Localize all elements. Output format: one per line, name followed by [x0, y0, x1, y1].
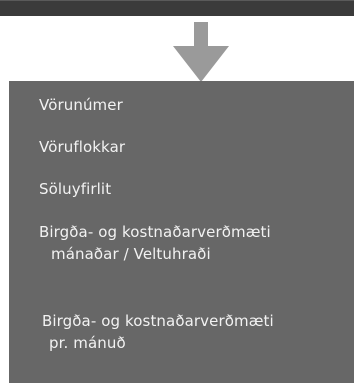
menu-item-label: Söluyfirlit	[39, 180, 112, 198]
menu-item-vorunumer[interactable]: Vörunúmer	[9, 94, 354, 116]
menu-item-label: Vörunúmer	[39, 96, 123, 114]
menu-item-voruflokkar[interactable]: Vöruflokkar	[9, 136, 354, 158]
top-bar	[0, 0, 354, 16]
menu-item-label-line2: pr. mánuð	[49, 334, 126, 352]
dropdown-menu: Vörunúmer Vöruflokkar Söluyfirlit Birgða…	[9, 81, 354, 383]
menu-item-birgda-manadar-veltuhradi[interactable]: Birgða- og kostnaðarverðmæti mánaðar / V…	[9, 221, 354, 265]
down-arrow-icon	[173, 22, 229, 82]
menu-item-label-line2: mánaðar / Veltuhraði	[51, 245, 211, 263]
menu-item-label: Vöruflokkar	[39, 138, 126, 156]
top-bar-highlight	[0, 0, 354, 1]
menu-item-label-line1: Birgða- og kostnaðarverðmæti	[39, 223, 271, 241]
menu-item-soluyfirlit[interactable]: Söluyfirlit	[9, 178, 354, 200]
screen: { "colors": { "top_bar": "#3b3b3b", "arr…	[0, 0, 354, 383]
menu-item-birgda-pr-manud[interactable]: Birgða- og kostnaðarverðmæti pr. mánuð	[9, 310, 354, 354]
menu-item-label-line1: Birgða- og kostnaðarverðmæti	[42, 312, 274, 330]
